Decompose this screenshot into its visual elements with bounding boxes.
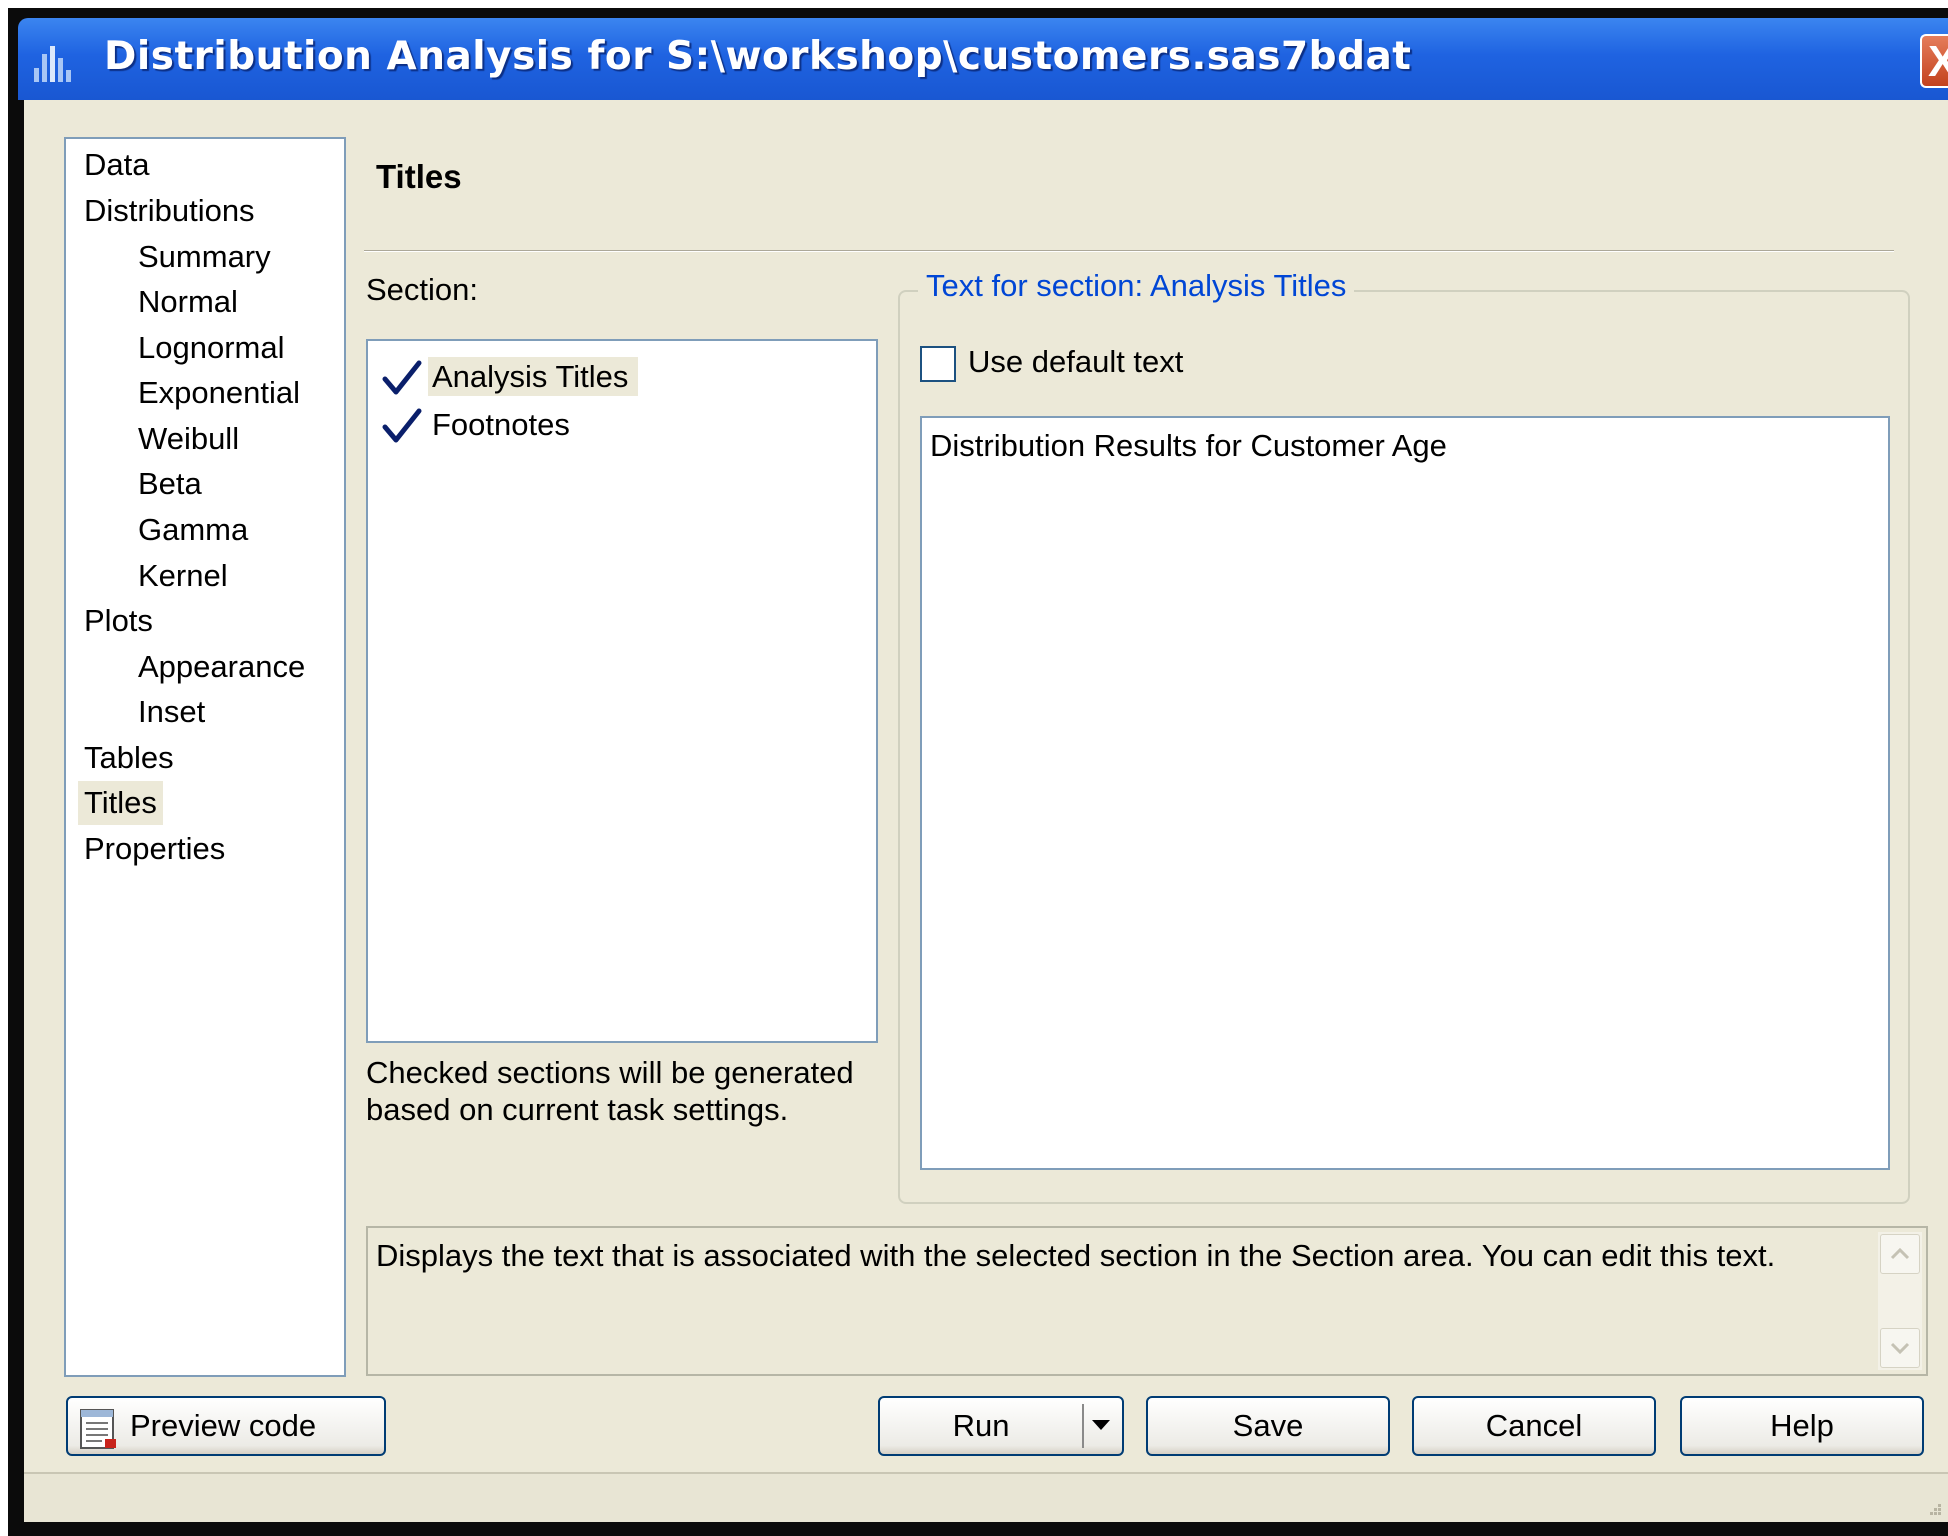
- nav-tree[interactable]: Data Distributions Summary Normal Lognor…: [64, 137, 346, 1377]
- nav-item-summary[interactable]: Summary: [132, 235, 277, 279]
- close-button[interactable]: X: [1920, 34, 1948, 88]
- nav-item-inset[interactable]: Inset: [132, 690, 211, 734]
- preview-code-button[interactable]: Preview code: [66, 1396, 386, 1456]
- window-title: Distribution Analysis for S:\workshop\cu…: [104, 34, 1412, 79]
- section-item-analysis-titles[interactable]: Analysis Titles: [382, 353, 639, 401]
- save-button[interactable]: Save: [1146, 1396, 1390, 1456]
- split-divider: [1082, 1404, 1084, 1448]
- nav-item-plots[interactable]: Plots: [78, 599, 159, 643]
- section-list[interactable]: Analysis Titles Footnotes: [366, 339, 878, 1043]
- use-default-label[interactable]: Use default text: [968, 344, 1183, 380]
- dropdown-arrow-icon[interactable]: [1092, 1420, 1110, 1430]
- nav-item-lognormal[interactable]: Lognormal: [132, 326, 290, 370]
- section-item-label: Analysis Titles: [428, 357, 639, 396]
- page-title: Titles: [376, 158, 462, 195]
- status-bar: [24, 1472, 1948, 1522]
- divider: [364, 250, 1894, 252]
- nav-item-distributions[interactable]: Distributions: [78, 189, 261, 233]
- section-label: Section:: [366, 272, 479, 307]
- preview-code-label: Preview code: [130, 1408, 317, 1443]
- nav-item-beta[interactable]: Beta: [132, 462, 208, 506]
- nav-item-normal[interactable]: Normal: [132, 280, 244, 324]
- code-document-icon: [80, 1409, 116, 1449]
- section-note: Checked sections will be generated based…: [366, 1055, 854, 1127]
- nav-item-weibull[interactable]: Weibull: [132, 417, 245, 461]
- section-item-label: Footnotes: [432, 407, 570, 442]
- nav-item-kernel[interactable]: Kernel: [132, 554, 234, 598]
- resize-grip-icon[interactable]: [1926, 1500, 1942, 1516]
- checkmark-icon[interactable]: [382, 407, 422, 447]
- nav-item-data[interactable]: Data: [78, 143, 155, 187]
- description-text: Displays the text that is associated wit…: [376, 1238, 1776, 1273]
- description-box: Displays the text that is associated wit…: [366, 1226, 1928, 1376]
- run-button[interactable]: Run: [878, 1396, 1124, 1456]
- help-button[interactable]: Help: [1680, 1396, 1924, 1456]
- scroll-up-icon[interactable]: [1880, 1234, 1920, 1274]
- bar-chart-icon: [34, 46, 71, 82]
- run-label: Run: [952, 1408, 1010, 1443]
- cancel-button[interactable]: Cancel: [1412, 1396, 1656, 1456]
- nav-item-exponential[interactable]: Exponential: [132, 371, 306, 415]
- scroll-down-icon[interactable]: [1880, 1328, 1920, 1368]
- nav-item-gamma[interactable]: Gamma: [132, 508, 254, 552]
- checkmark-icon[interactable]: [382, 359, 422, 399]
- nav-item-appearance[interactable]: Appearance: [132, 645, 311, 689]
- nav-item-titles[interactable]: Titles: [78, 781, 163, 825]
- section-item-footnotes[interactable]: Footnotes: [382, 401, 580, 449]
- nav-item-tables[interactable]: Tables: [78, 736, 180, 780]
- groupbox-title: Text for section: Analysis Titles: [918, 268, 1355, 304]
- use-default-checkbox[interactable]: [920, 346, 956, 382]
- nav-item-properties[interactable]: Properties: [78, 827, 231, 871]
- section-text-input[interactable]: Distribution Results for Customer Age: [920, 416, 1890, 1170]
- description-scrollbar[interactable]: [1878, 1232, 1922, 1370]
- title-bar[interactable]: Distribution Analysis for S:\workshop\cu…: [18, 18, 1948, 100]
